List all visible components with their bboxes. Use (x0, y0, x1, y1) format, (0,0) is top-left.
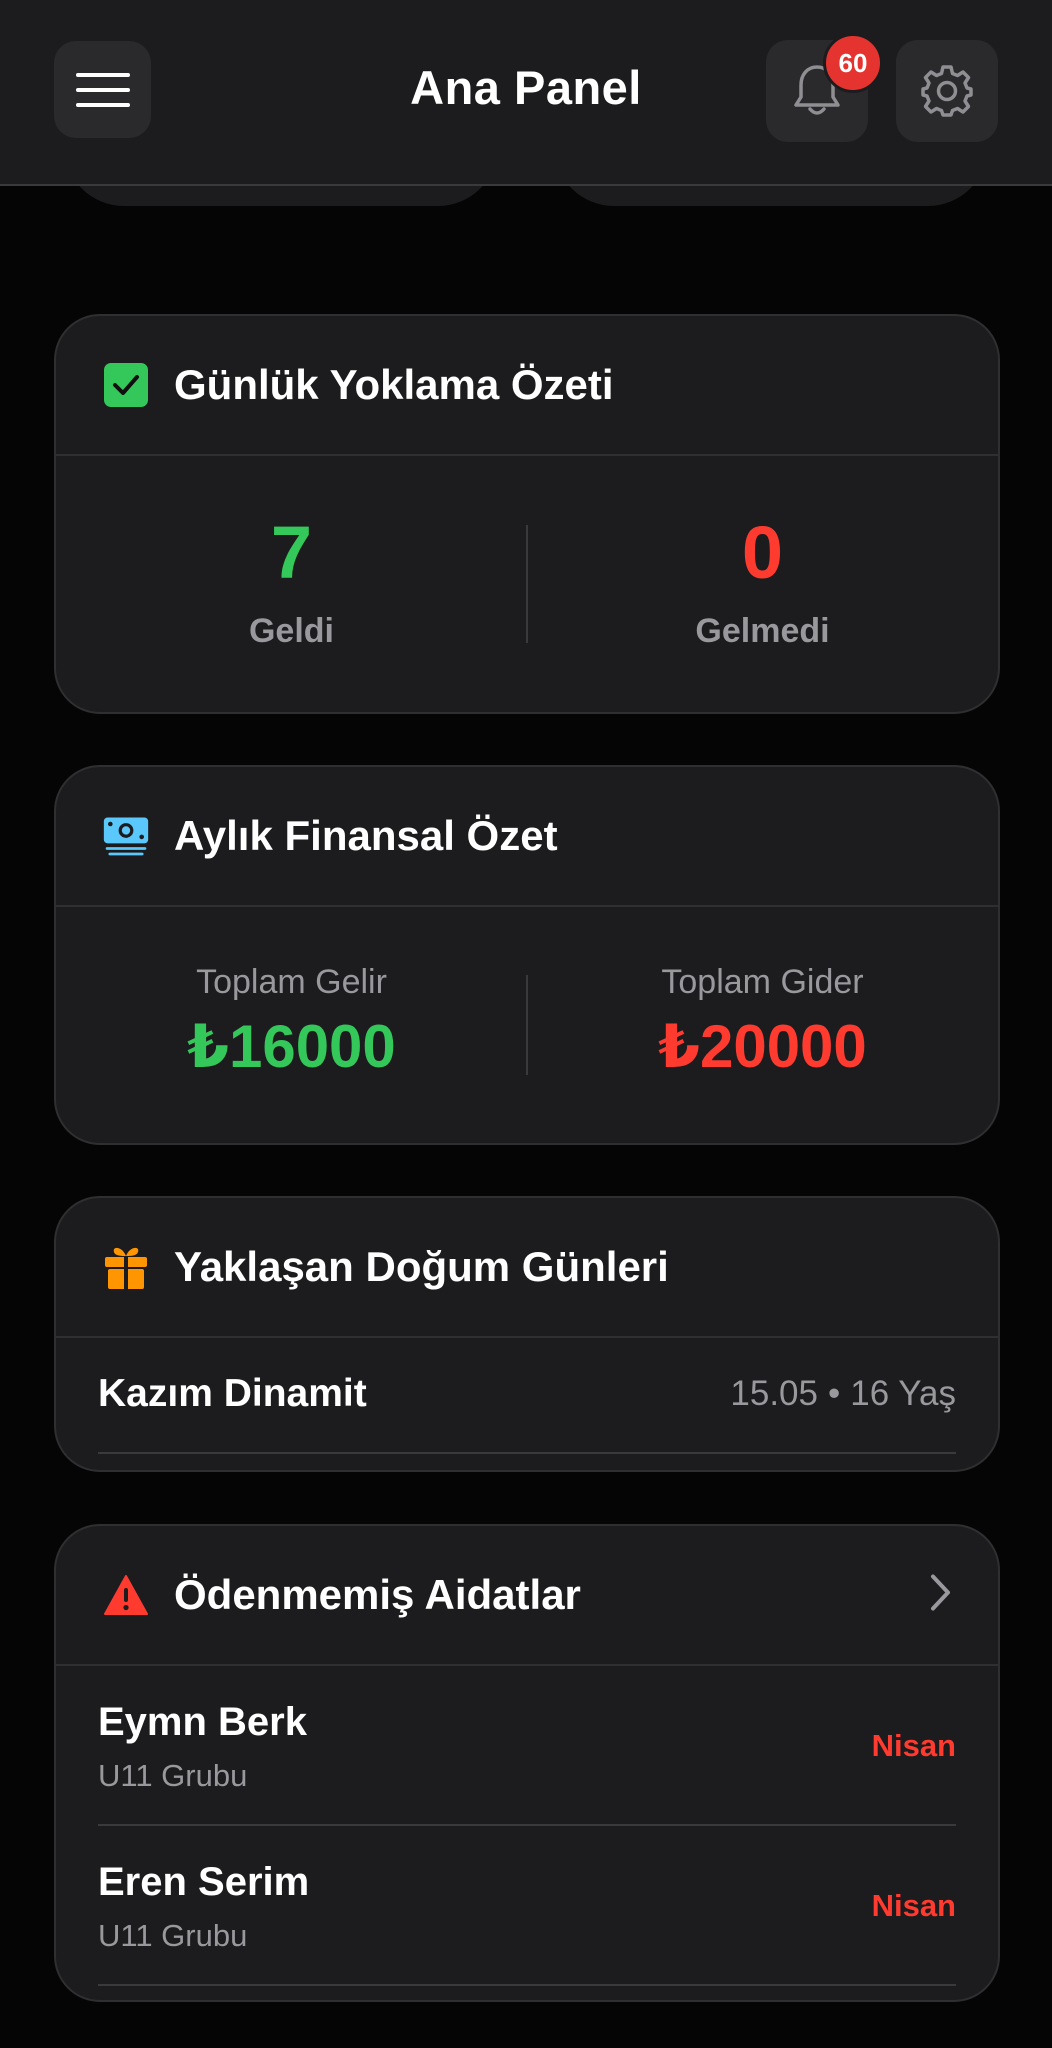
income-value: ₺16000 (187, 1013, 396, 1080)
birthday-separator: • (827, 1374, 841, 1413)
unpaid-dues-title: Ödenmemiş Aidatlar (174, 1571, 581, 1618)
finance-stats: Toplam Gelir ₺16000 Toplam Gider ₺20000 (56, 907, 998, 1141)
attendance-stats: 7 Geldi 0 Gelmedi (56, 456, 998, 710)
birthdays-card-title: Yaklaşan Doğum Günleri (174, 1243, 669, 1290)
finance-divider (526, 975, 528, 1075)
present-stat: 7 Geldi (56, 456, 527, 710)
due-month: Nisan (871, 1728, 956, 1763)
gift-icon (102, 1243, 150, 1291)
attendance-card-title: Günlük Yoklama Özeti (174, 361, 614, 408)
attendance-summary-card: Günlük Yoklama Özeti 7 Geldi 0 Gelmedi (54, 314, 1000, 714)
banknote-icon (102, 812, 150, 860)
page-title: Ana Panel (410, 61, 642, 114)
expense-stat: Toplam Gider ₺20000 (527, 907, 998, 1141)
unpaid-dues-card: Ödenmemiş Aidatlar Eymn Berk U11 Grubu N… (54, 1524, 1000, 2002)
due-member-name: Eymn Berk (98, 1700, 307, 1744)
list-item[interactable]: Eren Serim U11 Grubu Nisan (98, 1826, 956, 1986)
finance-card-title: Aylık Finansal Özet (174, 812, 558, 859)
notification-badge: 60 (823, 33, 883, 93)
list-item[interactable]: Eymn Berk U11 Grubu Nisan (98, 1666, 956, 1826)
due-member-group: U11 Grubu (98, 1918, 248, 1953)
top-bar: Ana Panel 60 (0, 0, 1052, 186)
due-member-name: Eren Serim (98, 1860, 310, 1904)
income-stat: Toplam Gelir ₺16000 (56, 907, 527, 1141)
due-member-group: U11 Grubu (98, 1758, 248, 1793)
finance-card-header: Aylık Finansal Özet (56, 767, 998, 907)
stats-divider (526, 525, 528, 643)
chevron-right-icon[interactable] (930, 1574, 952, 1617)
birthdays-card-header: Yaklaşan Doğum Günleri (56, 1198, 998, 1338)
birthday-date: 15.05 (730, 1374, 818, 1413)
due-month: Nisan (871, 1888, 956, 1923)
dashboard-page: Ana Panel 60 Günlük Yoklama Özeti 7 Geld… (0, 0, 1052, 2048)
unpaid-dues-header[interactable]: Ödenmemiş Aidatlar (56, 1526, 998, 1666)
birthday-date-age: 15.05 • 16 Yaş (730, 1374, 956, 1414)
settings-button[interactable] (896, 40, 998, 142)
gear-icon (921, 65, 973, 117)
absent-count: 0 (741, 511, 784, 594)
warning-icon (102, 1571, 150, 1619)
present-label: Geldi (248, 612, 335, 650)
present-count: 7 (270, 511, 313, 594)
check-square-icon (102, 361, 150, 409)
birthdays-card: Yaklaşan Doğum Günleri Kazım Dinamit 15.… (54, 1196, 1000, 1472)
birthday-person-name: Kazım Dinamit (98, 1372, 367, 1415)
expense-value: ₺20000 (658, 1013, 867, 1080)
absent-stat: 0 Gelmedi (527, 456, 998, 710)
birthday-age: 16 Yaş (850, 1374, 956, 1413)
income-label: Toplam Gelir (196, 963, 387, 1001)
list-item[interactable]: Kazım Dinamit 15.05 • 16 Yaş (98, 1338, 956, 1454)
absent-label: Gelmedi (695, 612, 830, 650)
attendance-card-header: Günlük Yoklama Özeti (56, 316, 998, 456)
expense-label: Toplam Gider (661, 963, 864, 1001)
finance-summary-card: Aylık Finansal Özet Toplam Gelir ₺16000 … (54, 765, 1000, 1145)
